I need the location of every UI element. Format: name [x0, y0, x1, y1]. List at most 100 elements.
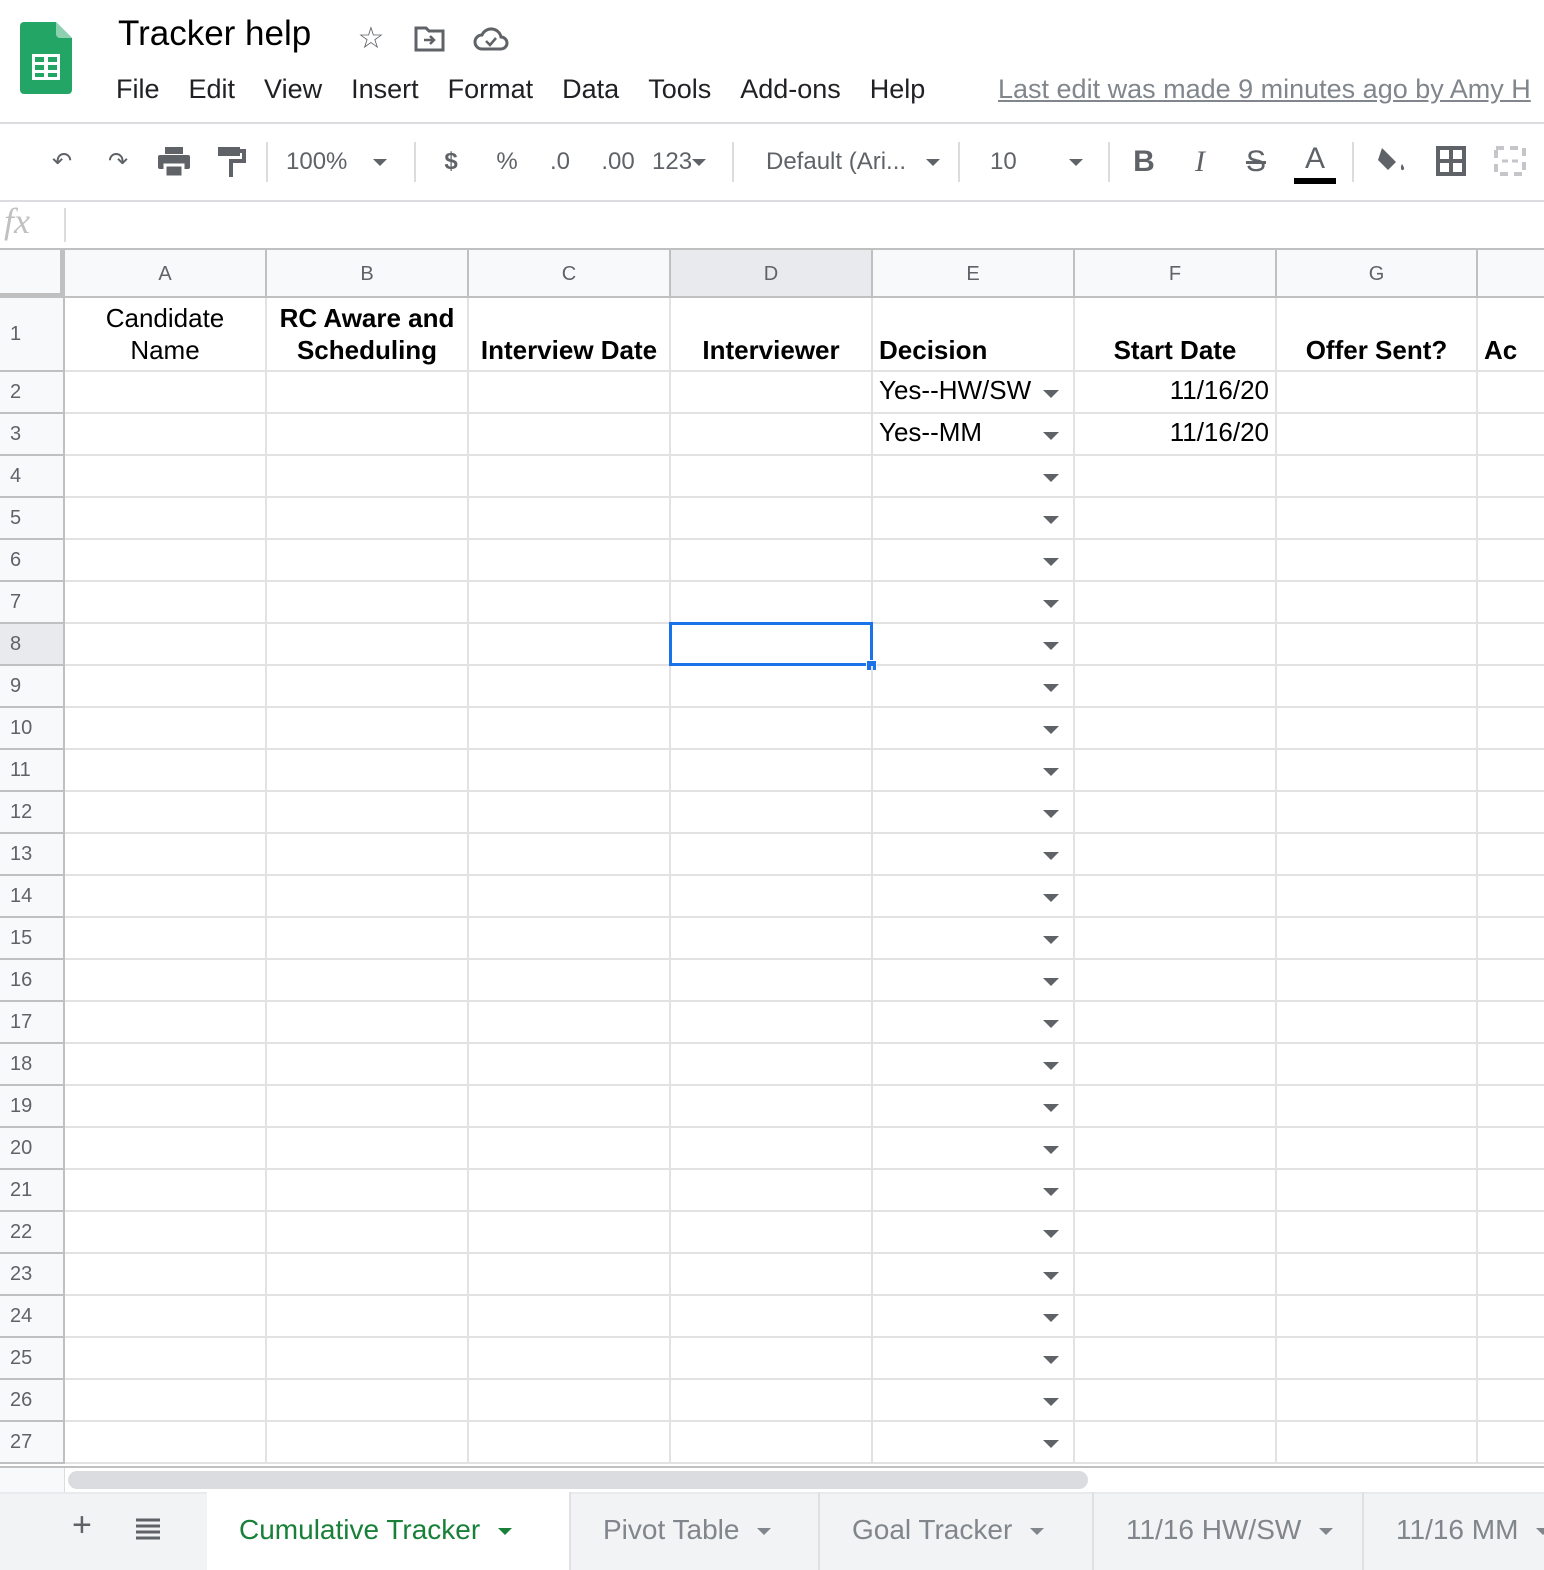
cell-c27[interactable] — [469, 1422, 671, 1464]
cell-a17[interactable] — [65, 1002, 267, 1044]
row-header-16[interactable]: 16 — [0, 960, 65, 1002]
cell-c19[interactable] — [469, 1086, 671, 1128]
cell-f12[interactable] — [1075, 792, 1277, 834]
cell-f23[interactable] — [1075, 1254, 1277, 1296]
menu-help[interactable]: Help — [870, 74, 926, 105]
cell-c17[interactable] — [469, 1002, 671, 1044]
dropdown-arrow-icon[interactable] — [1043, 894, 1059, 902]
cell-e24[interactable] — [873, 1296, 1075, 1338]
cell-e2[interactable]: Yes--HW/SW — [873, 372, 1075, 414]
cell-b13[interactable] — [267, 834, 469, 876]
menu-addons[interactable]: Add-ons — [740, 74, 841, 105]
chevron-down-icon[interactable] — [498, 1528, 513, 1536]
italic-button[interactable]: I — [1182, 140, 1218, 184]
cell-c18[interactable] — [469, 1044, 671, 1086]
cell-f13[interactable] — [1075, 834, 1277, 876]
cell-h20[interactable] — [1478, 1128, 1544, 1170]
cell-f5[interactable] — [1075, 498, 1277, 540]
cell-a13[interactable] — [65, 834, 267, 876]
cell-d15[interactable] — [671, 918, 873, 960]
cell-b7[interactable] — [267, 582, 469, 624]
last-edit-link[interactable]: Last edit was made 9 minutes ago by Amy … — [998, 74, 1531, 105]
cell-h1[interactable]: Ac — [1478, 298, 1544, 372]
cell-f22[interactable] — [1075, 1212, 1277, 1254]
dropdown-arrow-icon[interactable] — [1043, 1062, 1059, 1070]
cell-g19[interactable] — [1277, 1086, 1478, 1128]
menu-file[interactable]: File — [116, 74, 160, 105]
cell-h6[interactable] — [1478, 540, 1544, 582]
cell-c16[interactable] — [469, 960, 671, 1002]
row-header-12[interactable]: 12 — [0, 792, 65, 834]
cell-a4[interactable] — [65, 456, 267, 498]
cell-h12[interactable] — [1478, 792, 1544, 834]
row-header-27[interactable]: 27 — [0, 1422, 65, 1464]
cell-f17[interactable] — [1075, 1002, 1277, 1044]
undo-icon[interactable]: ↶ — [42, 140, 82, 184]
cell-h9[interactable] — [1478, 666, 1544, 708]
cell-b22[interactable] — [267, 1212, 469, 1254]
dropdown-arrow-icon[interactable] — [1043, 558, 1059, 566]
cell-g22[interactable] — [1277, 1212, 1478, 1254]
cell-e20[interactable] — [873, 1128, 1075, 1170]
zoom-select[interactable]: 100% — [286, 140, 404, 184]
cell-e27[interactable] — [873, 1422, 1075, 1464]
cell-c25[interactable] — [469, 1338, 671, 1380]
bold-button[interactable]: B — [1126, 140, 1162, 184]
cell-f20[interactable] — [1075, 1128, 1277, 1170]
cell-h27[interactable] — [1478, 1422, 1544, 1464]
cell-d26[interactable] — [671, 1380, 873, 1422]
cell-h13[interactable] — [1478, 834, 1544, 876]
cell-d24[interactable] — [671, 1296, 873, 1338]
cell-g12[interactable] — [1277, 792, 1478, 834]
decrease-decimal-button[interactable]: .0 — [540, 140, 580, 184]
cell-f6[interactable] — [1075, 540, 1277, 582]
cell-g18[interactable] — [1277, 1044, 1478, 1086]
row-header-6[interactable]: 6 — [0, 540, 65, 582]
cell-f24[interactable] — [1075, 1296, 1277, 1338]
cell-a18[interactable] — [65, 1044, 267, 1086]
cell-d9[interactable] — [671, 666, 873, 708]
cell-d19[interactable] — [671, 1086, 873, 1128]
cloud-saved-icon[interactable] — [473, 26, 509, 52]
cell-f9[interactable] — [1075, 666, 1277, 708]
row-header-23[interactable]: 23 — [0, 1254, 65, 1296]
cell-a25[interactable] — [65, 1338, 267, 1380]
row-header-21[interactable]: 21 — [0, 1170, 65, 1212]
cell-f10[interactable] — [1075, 708, 1277, 750]
cell-e6[interactable] — [873, 540, 1075, 582]
sheet-tab-cumulative-tracker[interactable]: Cumulative Tracker — [207, 1492, 571, 1570]
cell-a24[interactable] — [65, 1296, 267, 1338]
cell-h17[interactable] — [1478, 1002, 1544, 1044]
chevron-down-icon[interactable] — [1030, 1528, 1045, 1536]
cell-b14[interactable] — [267, 876, 469, 918]
cell-a6[interactable] — [65, 540, 267, 582]
cell-h21[interactable] — [1478, 1170, 1544, 1212]
cell-h14[interactable] — [1478, 876, 1544, 918]
cell-d16[interactable] — [671, 960, 873, 1002]
cell-b19[interactable] — [267, 1086, 469, 1128]
cell-h25[interactable] — [1478, 1338, 1544, 1380]
cell-h5[interactable] — [1478, 498, 1544, 540]
cell-a19[interactable] — [65, 1086, 267, 1128]
dropdown-arrow-icon[interactable] — [1043, 390, 1059, 398]
cell-c10[interactable] — [469, 708, 671, 750]
cell-f25[interactable] — [1075, 1338, 1277, 1380]
move-folder-icon[interactable] — [414, 25, 446, 53]
cell-c6[interactable] — [469, 540, 671, 582]
column-header-a[interactable]: A — [65, 250, 267, 298]
cell-b1[interactable]: RC Aware and Scheduling — [267, 298, 469, 372]
row-header-7[interactable]: 7 — [0, 582, 65, 624]
dropdown-arrow-icon[interactable] — [1043, 1188, 1059, 1196]
cell-c11[interactable] — [469, 750, 671, 792]
cell-a12[interactable] — [65, 792, 267, 834]
sheet-tab-11-16-hw-sw[interactable]: 11/16 HW/SW — [1094, 1492, 1364, 1570]
cell-e26[interactable] — [873, 1380, 1075, 1422]
menu-format[interactable]: Format — [448, 74, 534, 105]
sheet-tab-11-16-mm[interactable]: 11/16 MM — [1364, 1492, 1544, 1570]
cell-d25[interactable] — [671, 1338, 873, 1380]
cell-c20[interactable] — [469, 1128, 671, 1170]
cell-f1[interactable]: Start Date — [1075, 298, 1277, 372]
cell-h11[interactable] — [1478, 750, 1544, 792]
cell-h10[interactable] — [1478, 708, 1544, 750]
cell-e16[interactable] — [873, 960, 1075, 1002]
